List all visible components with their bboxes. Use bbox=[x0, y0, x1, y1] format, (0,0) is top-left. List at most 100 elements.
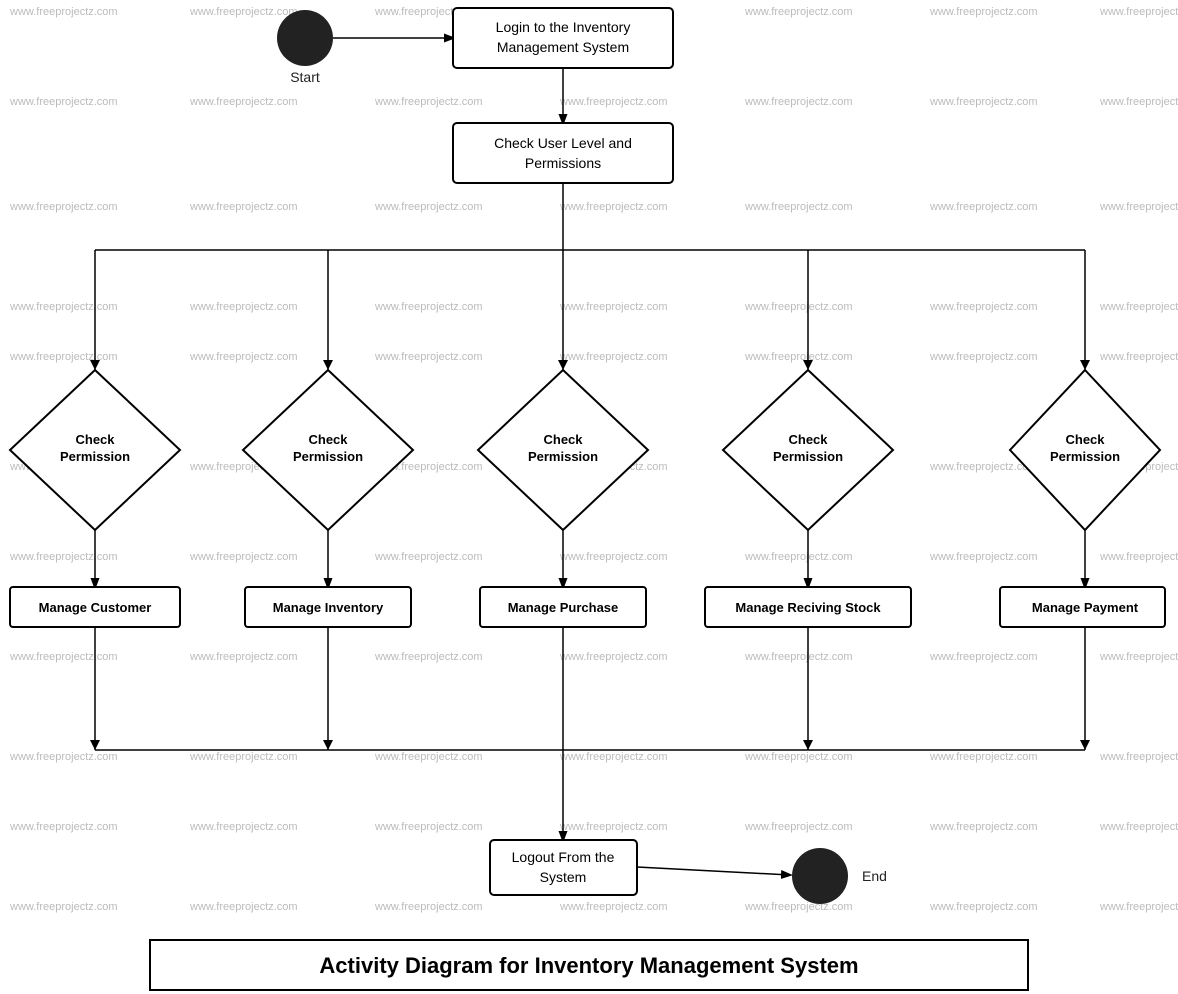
svg-text:www.freeprojectz.com: www.freeprojectz.com bbox=[9, 301, 118, 313]
diamond-3-text1: Check bbox=[543, 432, 583, 447]
diamond-4-text1: Check bbox=[788, 432, 828, 447]
svg-text:www.freeprojectz.com: www.freeprojectz.com bbox=[374, 651, 483, 663]
arrow-bot-1 bbox=[90, 740, 100, 750]
svg-text:www.freeprojectz.com: www.freeprojectz.com bbox=[744, 551, 853, 563]
svg-text:www.freeprojectz.com: www.freeprojectz.com bbox=[559, 551, 668, 563]
svg-text:www.freeprojectz.com: www.freeprojectz.com bbox=[374, 751, 483, 763]
login-box bbox=[453, 8, 673, 68]
login-text-line1: Login to the Inventory bbox=[496, 19, 631, 35]
svg-text:www.freeprojectz.com: www.freeprojectz.com bbox=[374, 551, 483, 563]
manage-purchase-text: Manage Purchase bbox=[508, 600, 619, 615]
arrow-bot-2 bbox=[323, 740, 333, 750]
svg-text:www.freeprojectz.com: www.freeprojectz.com bbox=[744, 651, 853, 663]
svg-text:www.freeprojectz.com: www.freeprojectz.com bbox=[189, 651, 298, 663]
diamond-2-text1: Check bbox=[308, 432, 348, 447]
svg-text:www.freeprojectz.com: www.freeprojectz.com bbox=[189, 821, 298, 833]
svg-text:www.freeprojectz.com: www.freeprojectz.com bbox=[9, 6, 118, 18]
end-circle bbox=[792, 848, 848, 904]
svg-text:www.freeprojectz.com: www.freeprojectz.com bbox=[9, 351, 118, 363]
svg-text:www.freeprojectz.com: www.freeprojectz.com bbox=[1099, 351, 1178, 363]
svg-text:www.freeprojectz.com: www.freeprojectz.com bbox=[9, 551, 118, 563]
svg-text:www.freeprojectz.com: www.freeprojectz.com bbox=[929, 901, 1038, 913]
arrowhead-1 bbox=[90, 360, 100, 370]
svg-text:www.freeprojectz.com: www.freeprojectz.com bbox=[559, 201, 668, 213]
svg-text:www.freeprojectz.com: www.freeprojectz.com bbox=[744, 821, 853, 833]
diamond-5-text2: Permission bbox=[1050, 449, 1120, 464]
svg-text:www.freeprojectz.com: www.freeprojectz.com bbox=[929, 301, 1038, 313]
svg-text:www.freeprojectz.com: www.freeprojectz.com bbox=[559, 821, 668, 833]
check-user-text-line1: Check User Level and bbox=[494, 135, 632, 151]
svg-text:www.freeprojectz.com: www.freeprojectz.com bbox=[189, 751, 298, 763]
svg-text:www.freeprojectz.com: www.freeprojectz.com bbox=[559, 901, 668, 913]
svg-text:www.freeprojectz.com: www.freeprojectz.com bbox=[559, 651, 668, 663]
svg-text:www.freeprojectz.com: www.freeprojectz.com bbox=[1099, 96, 1178, 108]
diagram-svg: www.freeprojectz.com www.freeprojectz.co… bbox=[0, 0, 1178, 994]
svg-text:www.freeprojectz.com: www.freeprojectz.com bbox=[744, 351, 853, 363]
svg-text:www.freeprojectz.com: www.freeprojectz.com bbox=[374, 351, 483, 363]
svg-text:www.freeprojectz.com: www.freeprojectz.com bbox=[9, 651, 118, 663]
svg-text:www.freeprojectz.com: www.freeprojectz.com bbox=[374, 821, 483, 833]
svg-text:www.freeprojectz.com: www.freeprojectz.com bbox=[374, 301, 483, 313]
diagram-title: Activity Diagram for Inventory Managemen… bbox=[319, 953, 858, 978]
svg-text:www.freeprojectz.com: www.freeprojectz.com bbox=[744, 201, 853, 213]
svg-text:www.freeprojectz.com: www.freeprojectz.com bbox=[9, 821, 118, 833]
svg-text:www.freeprojectz.com: www.freeprojectz.com bbox=[1099, 901, 1178, 913]
arrow-logout-to-end bbox=[637, 867, 790, 875]
start-label: Start bbox=[290, 69, 320, 85]
svg-text:www.freeprojectz.com: www.freeprojectz.com bbox=[559, 351, 668, 363]
svg-text:www.freeprojectz.com: www.freeprojectz.com bbox=[929, 551, 1038, 563]
svg-text:www.freeprojectz.com: www.freeprojectz.com bbox=[9, 96, 118, 108]
svg-text:www.freeprojectz.com: www.freeprojectz.com bbox=[9, 901, 118, 913]
svg-text:www.freeprojectz.com: www.freeprojectz.com bbox=[744, 96, 853, 108]
svg-text:www.freeprojectz.com: www.freeprojectz.com bbox=[744, 751, 853, 763]
arrow-bot-3 bbox=[803, 740, 813, 750]
svg-text:www.freeprojectz.com: www.freeprojectz.com bbox=[189, 201, 298, 213]
svg-text:www.freeprojectz.com: www.freeprojectz.com bbox=[559, 301, 668, 313]
svg-text:www.freeprojectz.com: www.freeprojectz.com bbox=[374, 901, 483, 913]
logout-text2: System bbox=[540, 869, 587, 885]
svg-text:www.freeprojectz.com: www.freeprojectz.com bbox=[929, 201, 1038, 213]
svg-text:www.freeprojectz.com: www.freeprojectz.com bbox=[374, 201, 483, 213]
svg-text:www.freeprojectz.com: www.freeprojectz.com bbox=[189, 551, 298, 563]
svg-text:www.freeprojectz.com: www.freeprojectz.com bbox=[189, 6, 298, 18]
svg-text:www.freeprojectz.com: www.freeprojectz.com bbox=[1099, 651, 1178, 663]
check-user-level-box bbox=[453, 123, 673, 183]
svg-text:www.freeprojectz.com: www.freeprojectz.com bbox=[9, 751, 118, 763]
svg-text:www.freeprojectz.com: www.freeprojectz.com bbox=[744, 901, 853, 913]
arrowhead-4 bbox=[803, 360, 813, 370]
manage-receiving-text: Manage Reciving Stock bbox=[735, 600, 881, 615]
arrow-bot-4 bbox=[1080, 740, 1090, 750]
svg-text:www.freeprojectz.com: www.freeprojectz.com bbox=[929, 351, 1038, 363]
logout-text1: Logout From the bbox=[512, 849, 615, 865]
svg-text:www.freeprojectz.com: www.freeprojectz.com bbox=[1099, 551, 1178, 563]
svg-text:www.freeprojectz.com: www.freeprojectz.com bbox=[1099, 201, 1178, 213]
arrowhead-3 bbox=[558, 360, 568, 370]
diamond-2-text2: Permission bbox=[293, 449, 363, 464]
svg-text:www.freeprojectz.com: www.freeprojectz.com bbox=[189, 301, 298, 313]
svg-text:www.freeprojectz.com: www.freeprojectz.com bbox=[929, 751, 1038, 763]
manage-payment-text: Manage Payment bbox=[1032, 600, 1139, 615]
svg-text:www.freeprojectz.com: www.freeprojectz.com bbox=[1099, 821, 1178, 833]
svg-text:www.freeprojectz.com: www.freeprojectz.com bbox=[744, 301, 853, 313]
svg-text:www.freeprojectz.com: www.freeprojectz.com bbox=[1099, 751, 1178, 763]
svg-text:www.freeprojectz.com: www.freeprojectz.com bbox=[1099, 6, 1178, 18]
svg-text:www.freeprojectz.com: www.freeprojectz.com bbox=[189, 901, 298, 913]
arrowhead-2 bbox=[323, 360, 333, 370]
svg-text:www.freeprojectz.com: www.freeprojectz.com bbox=[929, 821, 1038, 833]
start-circle bbox=[277, 10, 333, 66]
arrowhead-5 bbox=[1080, 360, 1090, 370]
svg-text:www.freeprojectz.com: www.freeprojectz.com bbox=[559, 751, 668, 763]
diamond-1-text1: Check bbox=[75, 432, 115, 447]
diamond-4-text2: Permission bbox=[773, 449, 843, 464]
svg-text:www.freeprojectz.com: www.freeprojectz.com bbox=[374, 96, 483, 108]
manage-inventory-text: Manage Inventory bbox=[273, 600, 384, 615]
svg-text:www.freeprojectz.com: www.freeprojectz.com bbox=[929, 651, 1038, 663]
manage-customer-text: Manage Customer bbox=[39, 600, 152, 615]
svg-text:www.freeprojectz.com: www.freeprojectz.com bbox=[559, 96, 668, 108]
diamond-3-text2: Permission bbox=[528, 449, 598, 464]
svg-text:www.freeprojectz.com: www.freeprojectz.com bbox=[1099, 301, 1178, 313]
svg-text:www.freeprojectz.com: www.freeprojectz.com bbox=[9, 201, 118, 213]
login-text-line2: Management System bbox=[497, 39, 629, 55]
check-user-text-line2: Permissions bbox=[525, 155, 601, 171]
diamond-5-text1: Check bbox=[1065, 432, 1105, 447]
